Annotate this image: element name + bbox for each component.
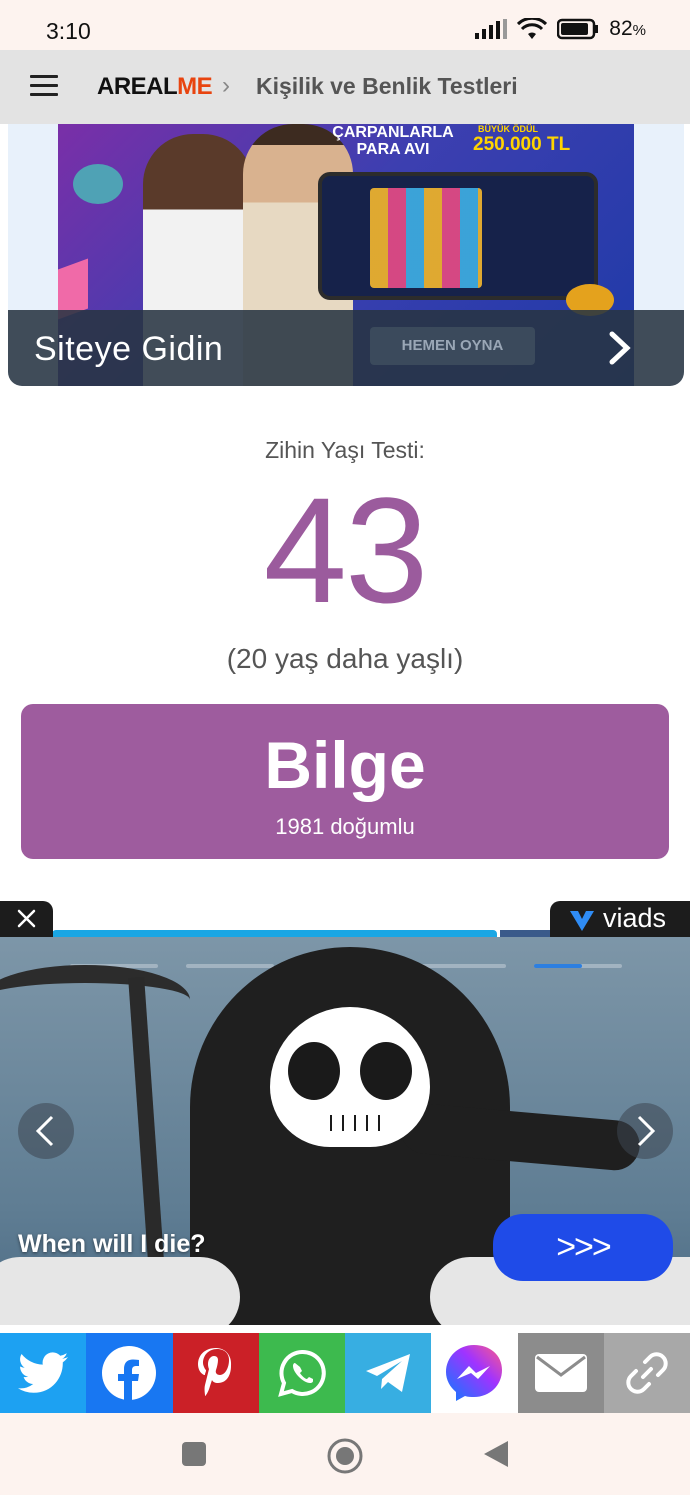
close-icon: [17, 909, 36, 928]
hummingbird-image: [73, 164, 123, 204]
scythe-blade-image: [0, 965, 190, 1035]
ad-cta-bar[interactable]: Siteye Gidin HEMEN OYNA: [8, 310, 684, 386]
home-button[interactable]: [326, 1437, 364, 1475]
status-bar: 3:10 82%: [0, 0, 690, 50]
age-difference: (20 yaş daha yaşlı): [226, 643, 464, 674]
battery-icon: [557, 18, 599, 40]
site-header: AREALME › Kişilik ve Benlik Testleri: [0, 50, 690, 124]
close-ad-button[interactable]: [0, 901, 53, 938]
system-nav-bar: [0, 1413, 690, 1495]
tablet-image: [318, 172, 598, 300]
ad-headline: ÇARPANLARLA PARA AVI: [332, 124, 454, 158]
back-button[interactable]: [482, 1439, 510, 1469]
ad-top-strip: [52, 930, 497, 937]
pinterest-icon: [197, 1348, 231, 1396]
visit-site-label[interactable]: Siteye Gidin: [34, 330, 223, 369]
facebook-icon: [102, 1346, 157, 1400]
slide-progress-active: [534, 964, 622, 968]
chevron-right-icon: [637, 1115, 656, 1147]
ad-cta-button[interactable]: >>>: [493, 1214, 673, 1281]
ad-prize: 250.000 TL: [473, 134, 571, 155]
messenger-icon: [446, 1345, 503, 1401]
signal-icon: [475, 19, 508, 39]
ad-question: When will I die?: [18, 1230, 206, 1258]
ad-brand-badge[interactable]: viads: [550, 901, 690, 938]
recents-button[interactable]: [181, 1441, 207, 1467]
share-twitter-button[interactable]: [0, 1333, 87, 1413]
share-telegram-button[interactable]: [345, 1333, 432, 1413]
share-link-button[interactable]: [603, 1333, 690, 1413]
top-ad-banner[interactable]: ÇARPANLARLA PARA AVI BÜYÜK ÖDÜL 250.000 T…: [8, 124, 684, 386]
link-icon: [626, 1352, 668, 1394]
previous-slide-button[interactable]: [18, 1103, 74, 1159]
video-ad[interactable]: When will I die? >>>: [0, 937, 690, 1325]
wifi-icon: [517, 18, 548, 39]
viads-logo-icon: [570, 911, 594, 931]
twitter-icon: [18, 1352, 69, 1393]
share-whatsapp-button[interactable]: [258, 1333, 345, 1413]
play-now-button[interactable]: HEMEN OYNA: [370, 327, 535, 365]
share-bar: [0, 1333, 690, 1413]
result-title: Bilge: [264, 728, 426, 802]
share-pinterest-button[interactable]: [172, 1333, 259, 1413]
cloud-image: [0, 1257, 240, 1325]
result-card: Bilge 1981 doğumlu: [21, 704, 669, 859]
chevron-left-icon: [35, 1115, 54, 1147]
share-facebook-button[interactable]: [86, 1333, 173, 1413]
share-messenger-button[interactable]: [431, 1333, 518, 1413]
battery-percent: 82%: [609, 17, 646, 40]
result-label: Zihin Yaşı Testi:: [265, 437, 425, 463]
next-slide-button[interactable]: [617, 1103, 673, 1159]
whatsapp-icon: [278, 1349, 326, 1397]
menu-icon[interactable]: [30, 75, 58, 97]
slide-progress: [418, 964, 506, 968]
mind-age-value: 43: [263, 466, 429, 634]
email-icon: [534, 1354, 587, 1392]
chevron-right-icon: ›: [222, 72, 230, 99]
share-email-button[interactable]: [517, 1333, 604, 1413]
breadcrumb-link[interactable]: Kişilik ve Benlik Testleri: [256, 73, 518, 100]
slide-progress: [186, 964, 274, 968]
status-time: 3:10: [46, 18, 91, 44]
ad-prize-label: BÜYÜK ÖDÜL: [478, 124, 538, 134]
site-logo[interactable]: AREALME: [97, 73, 213, 101]
telegram-icon: [366, 1354, 411, 1392]
result-subtitle: 1981 doğumlu: [275, 814, 415, 839]
chevron-right-icon[interactable]: [608, 330, 632, 366]
ad-brand-name: viads: [603, 903, 667, 933]
